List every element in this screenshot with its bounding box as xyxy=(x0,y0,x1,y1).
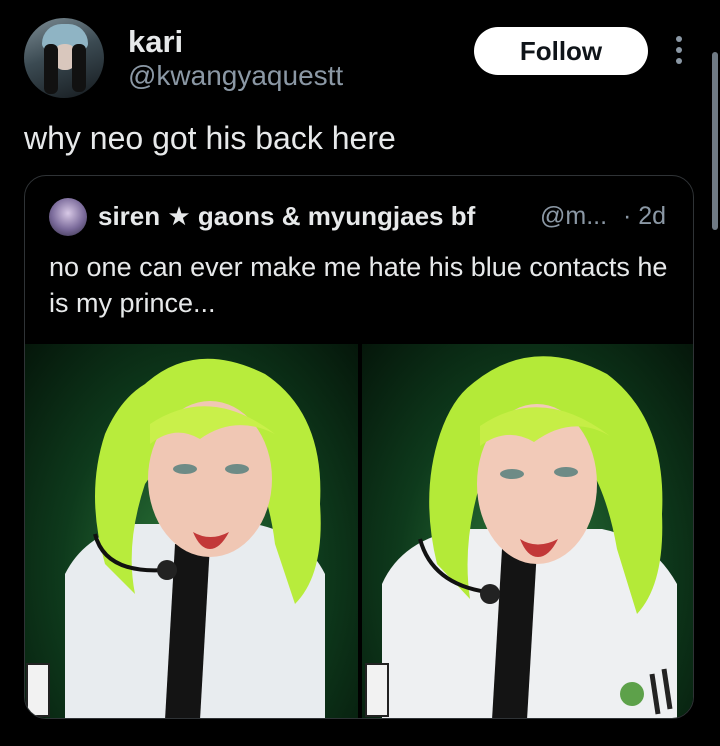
quoted-author-name[interactable]: siren ★ gaons & myungjaes bf xyxy=(98,201,475,232)
quoted-tweet-text: no one can ever make me hate his blue co… xyxy=(49,252,668,318)
quoted-tweet-card[interactable]: siren ★ gaons & myungjaes bf @m... · 2d … xyxy=(24,175,694,719)
quoted-photo-1[interactable] xyxy=(25,344,358,718)
author-avatar[interactable] xyxy=(24,18,104,98)
quoted-tweet-time[interactable]: · 2d xyxy=(623,202,666,231)
performer-illustration xyxy=(26,358,325,718)
author-name[interactable]: kari xyxy=(128,24,183,60)
performer-illustration xyxy=(365,356,677,718)
author-handle[interactable]: @kwangyaquestt xyxy=(128,60,343,92)
avatar-hair xyxy=(44,44,58,94)
quoted-photo-2[interactable] xyxy=(362,344,693,718)
follow-button[interactable]: Follow xyxy=(474,27,648,75)
quoted-author-handle[interactable]: @m... xyxy=(540,202,607,231)
avatar-hair xyxy=(72,44,86,92)
scrollbar[interactable] xyxy=(712,52,718,230)
quoted-author-avatar[interactable] xyxy=(49,198,87,236)
more-vertical-icon[interactable] xyxy=(670,36,688,68)
tweet-text: why neo got his back here xyxy=(24,120,396,156)
